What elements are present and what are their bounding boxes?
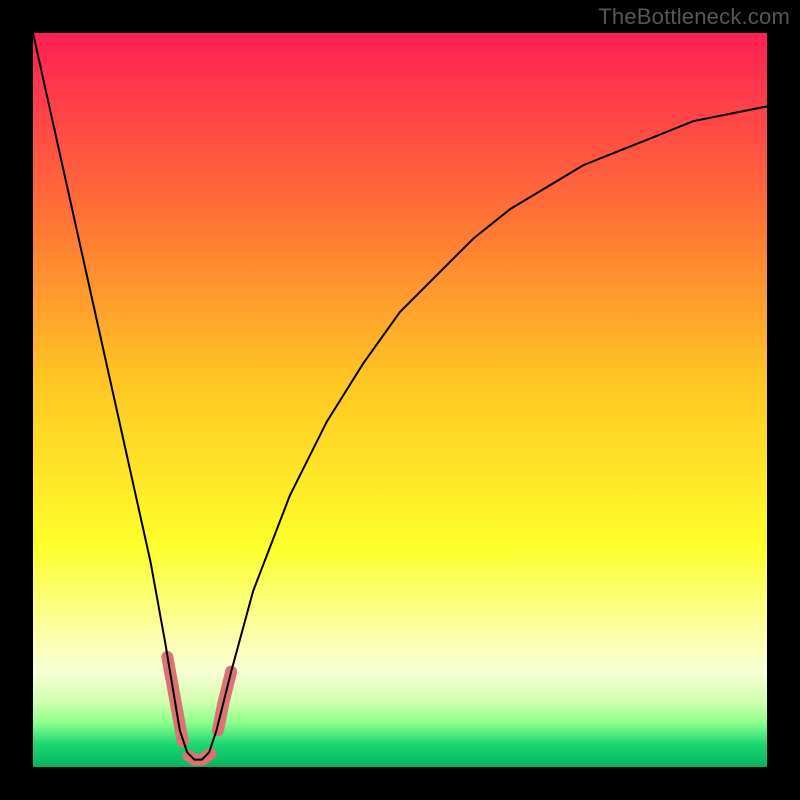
bottleneck-chart: [0, 0, 800, 800]
watermark-text: TheBottleneck.com: [598, 4, 790, 30]
chart-frame: { "watermark": "TheBottleneck.com", "cha…: [0, 0, 800, 800]
plot-background: [33, 33, 767, 767]
